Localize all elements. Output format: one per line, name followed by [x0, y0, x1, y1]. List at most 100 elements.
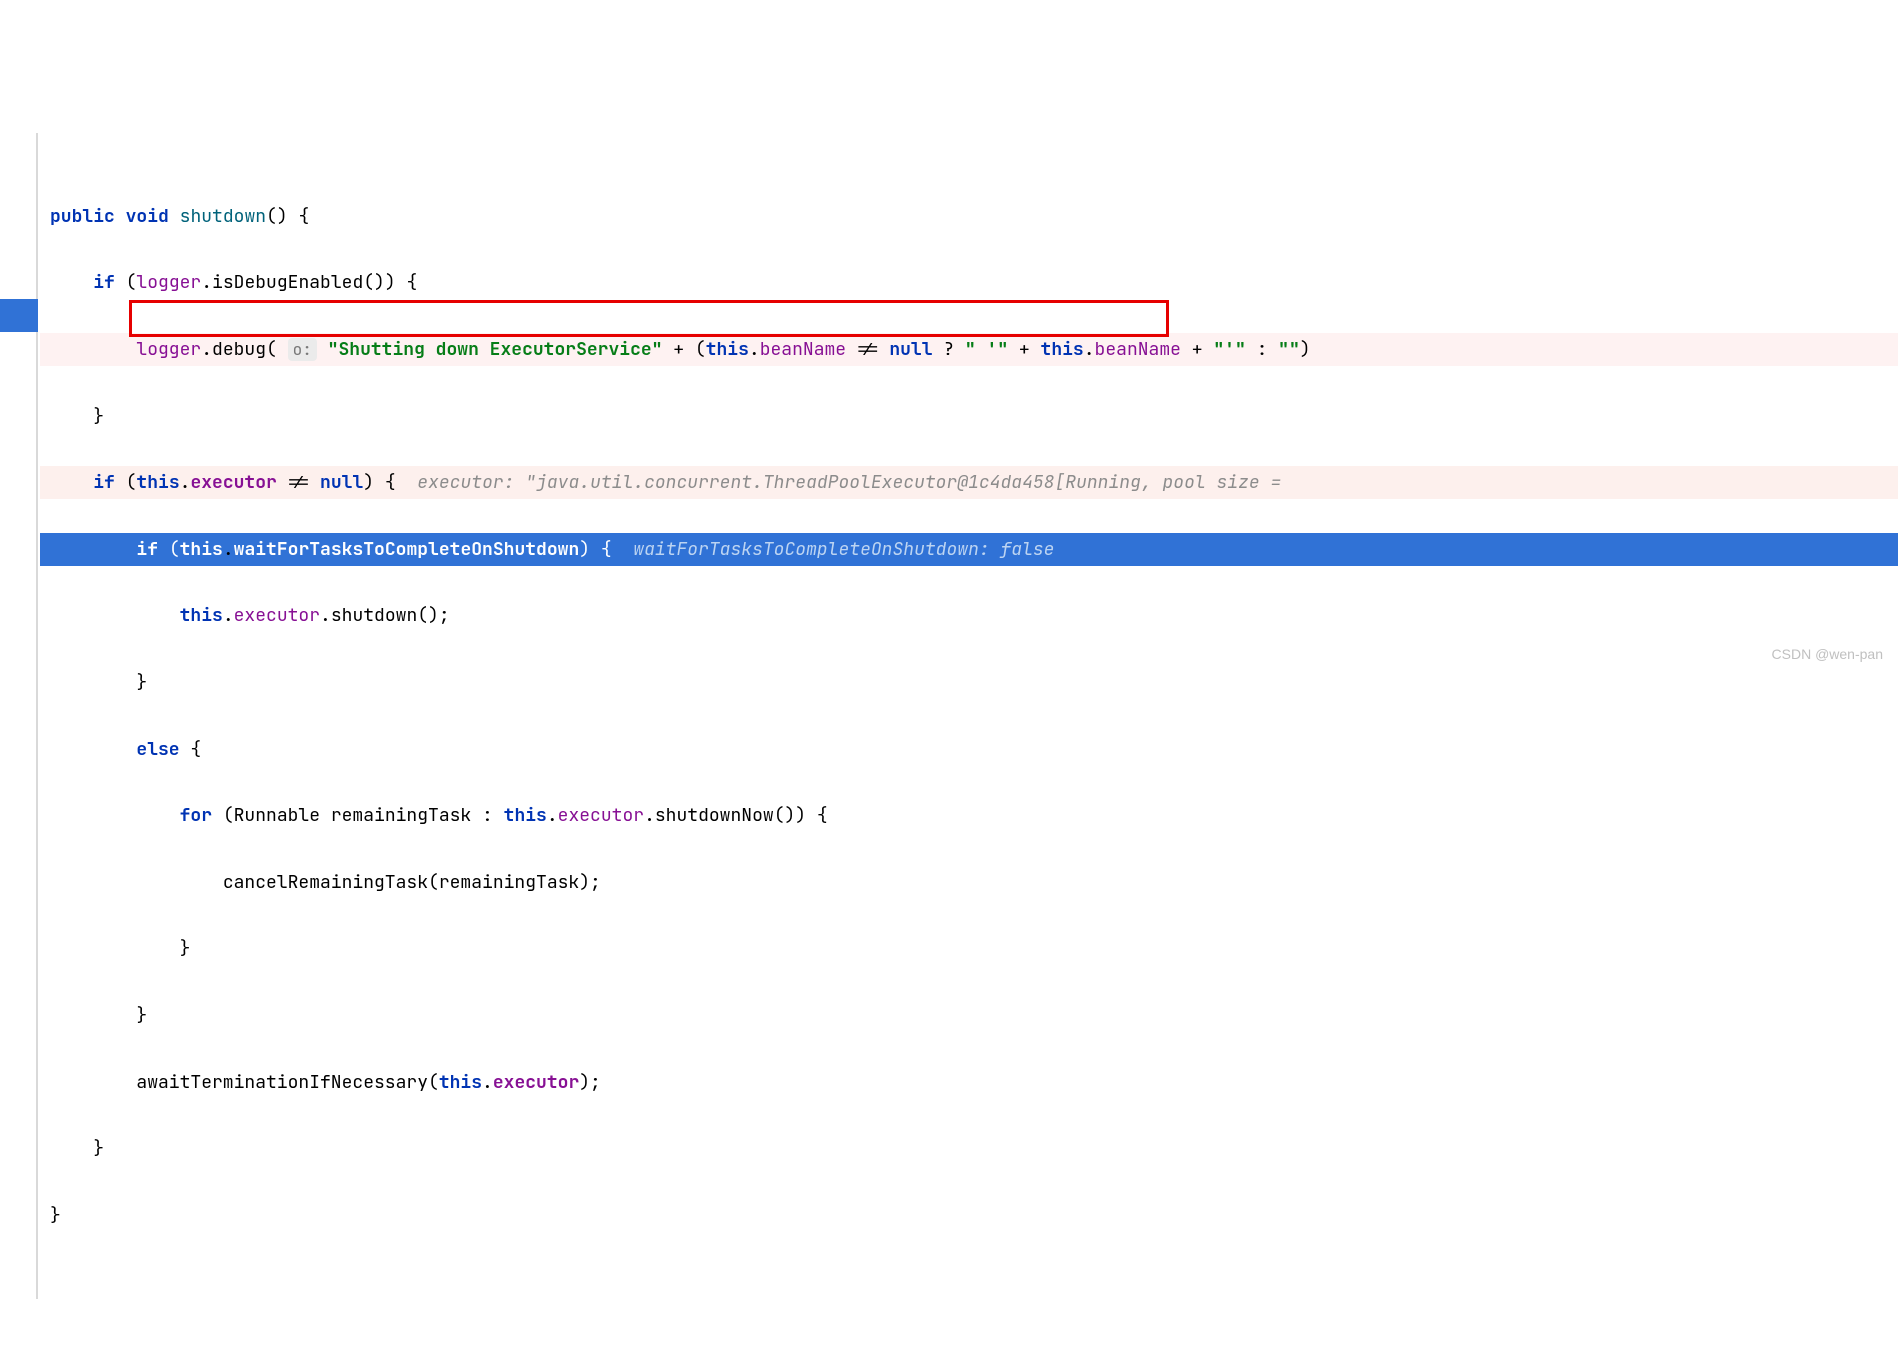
code-line[interactable]: } [40, 400, 1898, 433]
dot: . [644, 804, 655, 827]
method-call: debug [212, 338, 266, 361]
operator: : [1246, 338, 1278, 361]
param-hint: o: [288, 338, 317, 361]
parens: ()) [774, 804, 806, 827]
keyword-for: for [180, 804, 212, 827]
method-call: shutdownNow [655, 804, 774, 827]
operator: + [1181, 338, 1213, 361]
string-literal: "'" [1213, 338, 1245, 361]
brace: { [806, 804, 828, 827]
code-line[interactable]: } [40, 932, 1898, 965]
dot: . [482, 1071, 493, 1094]
code-line[interactable]: } [40, 999, 1898, 1032]
parens: (); [417, 604, 449, 627]
colon: : [471, 804, 503, 827]
code-line[interactable]: awaitTerminationIfNecessary(this.executo… [40, 1066, 1898, 1099]
method-name: shutdown [180, 205, 266, 228]
parens: () [363, 271, 385, 294]
operator: ? [933, 338, 965, 361]
field-ref: executor [190, 471, 276, 494]
keyword-this: this [180, 538, 223, 561]
paren: ) [579, 538, 590, 561]
keyword-this: this [706, 338, 749, 361]
debug-hint: executor: "java.util.concurrent.ThreadPo… [396, 471, 1292, 494]
keyword-void: void [126, 205, 169, 228]
dot: . [320, 604, 331, 627]
operator: != [846, 338, 889, 361]
annotation-red-box [129, 300, 1169, 337]
gutter-highlight [0, 299, 38, 332]
paren: ( [266, 338, 277, 361]
field-ref: executor [234, 604, 320, 627]
paren: ( [428, 1071, 439, 1094]
keyword-this: this [136, 471, 179, 494]
field-ref: executor [493, 1071, 579, 1094]
paren: ); [579, 871, 601, 894]
paren: ( [158, 538, 180, 561]
paren: ( [115, 271, 137, 294]
code-line[interactable]: } [40, 1132, 1898, 1165]
field-ref: logger [136, 271, 201, 294]
watermark: CSDN @wen-pan [1772, 642, 1883, 668]
method-call: isDebugEnabled [212, 271, 363, 294]
method-call: awaitTerminationIfNecessary [136, 1071, 428, 1094]
brace: } [136, 671, 147, 694]
field-ref: beanName [760, 338, 846, 361]
code-line[interactable]: if (logger.isDebugEnabled()) { [40, 266, 1898, 299]
dot: . [223, 538, 234, 561]
code-line[interactable]: } [40, 666, 1898, 699]
string-literal: "Shutting down ExecutorService" [328, 338, 663, 361]
paren: ) [1300, 338, 1311, 361]
field-ref: logger [136, 338, 201, 361]
variable: remainingTask [439, 871, 579, 894]
code-line[interactable]: public void shutdown() { [40, 200, 1898, 233]
brace: { [374, 471, 396, 494]
operator: + ( [662, 338, 705, 361]
operator: != [277, 471, 320, 494]
string-literal: " '" [965, 338, 1008, 361]
code-line[interactable]: } [40, 1199, 1898, 1232]
code-line[interactable]: this.executor.shutdown(); [40, 599, 1898, 632]
dot: . [223, 604, 234, 627]
method-call: cancelRemainingTask [223, 871, 428, 894]
method-call: shutdown [331, 604, 417, 627]
brace: { [288, 205, 310, 228]
editor-gutter [0, 133, 38, 1298]
parens: () [266, 205, 288, 228]
field-ref: executor [558, 804, 644, 827]
keyword-null: null [320, 471, 363, 494]
brace: { [590, 538, 612, 561]
code-line[interactable]: else { [40, 733, 1898, 766]
keyword-null: null [889, 338, 932, 361]
code-line[interactable]: if (this.executor != null) { executor: "… [40, 466, 1898, 499]
brace: } [136, 1004, 147, 1027]
keyword-if: if [93, 271, 115, 294]
paren: ( [212, 804, 234, 827]
field-ref: beanName [1095, 338, 1181, 361]
code-line-current[interactable]: if (this.waitForTasksToCompleteOnShutdow… [40, 533, 1898, 566]
field-ref: waitForTasksToCompleteOnShutdown [234, 538, 580, 561]
type-name: Runnable [234, 804, 331, 827]
paren: ) [385, 271, 396, 294]
code-line[interactable]: logger.debug( o: "Shutting down Executor… [40, 333, 1898, 366]
dot: . [1084, 338, 1095, 361]
brace: } [93, 1137, 104, 1160]
keyword-public: public [50, 205, 115, 228]
code-line[interactable]: cancelRemainingTask(remainingTask); [40, 866, 1898, 899]
dot: . [201, 338, 212, 361]
keyword-this: this [1041, 338, 1084, 361]
keyword-else: else [136, 738, 179, 761]
brace: } [50, 1204, 61, 1227]
paren: ) [363, 471, 374, 494]
dot: . [201, 271, 212, 294]
paren: ); [579, 1071, 601, 1094]
code-line[interactable]: for (Runnable remainingTask : this.execu… [40, 799, 1898, 832]
brace: { [180, 738, 202, 761]
string-literal: "" [1278, 338, 1300, 361]
dot: . [180, 471, 191, 494]
keyword-this: this [180, 604, 223, 627]
variable: remainingTask [331, 804, 471, 827]
dot: . [547, 804, 558, 827]
code-editor[interactable]: public void shutdown() { if (logger.isDe… [0, 133, 1898, 1298]
keyword-if: if [93, 471, 115, 494]
